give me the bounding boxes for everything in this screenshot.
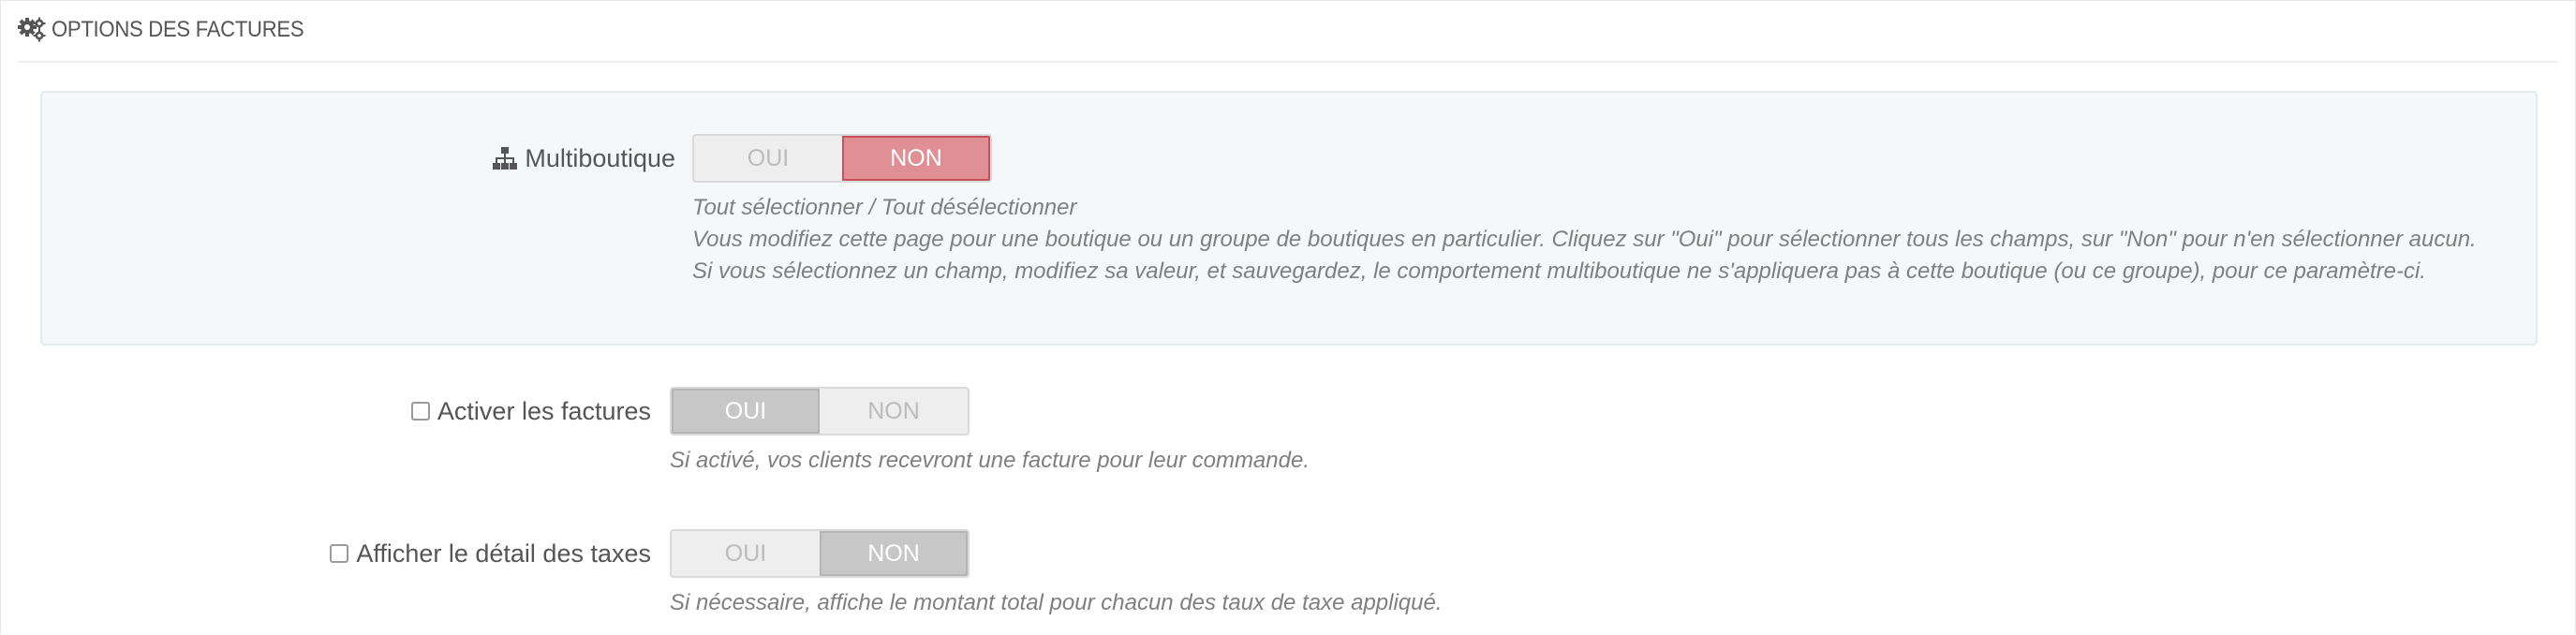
- multishop-switch[interactable]: OUI NON: [692, 134, 992, 183]
- multishop-help-title: Tout sélectionner / Tout désélectionner: [692, 195, 1077, 220]
- panel-heading: OPTIONS DES FACTURES: [18, 12, 2558, 63]
- gears-icon: [18, 16, 48, 44]
- multishop-no-option[interactable]: NON: [841, 136, 990, 181]
- multishop-help-line1: Vous modifiez cette page pour une boutiq…: [692, 227, 2477, 252]
- tax-breakdown-multishop-checkbox[interactable]: [330, 544, 349, 563]
- multishop-help-line2: Si vous sélectionnez un champ, modifiez …: [692, 258, 2426, 284]
- sitemap-icon: [493, 147, 518, 170]
- invoices-no-option[interactable]: NON: [820, 389, 968, 434]
- multishop-help: Tout sélectionner / Tout désélectionner …: [692, 192, 2477, 288]
- tax-breakdown-row-label: Afficher le détail des taxes: [188, 535, 651, 572]
- multishop-label: Multiboutique: [282, 140, 675, 177]
- invoices-switch[interactable]: OUI NON: [670, 387, 970, 436]
- invoice-options-panel: OPTIONS DES FACTURES Multiboutique OUI N…: [0, 0, 2576, 634]
- tax-breakdown-no-option[interactable]: NON: [819, 531, 968, 576]
- tax-breakdown-help: Si nécessaire, affiche le montant total …: [670, 590, 1443, 615]
- multishop-label-text: Multiboutique: [525, 143, 675, 172]
- tax-breakdown-switch[interactable]: OUI NON: [670, 529, 970, 578]
- invoices-label: Activer les factures: [437, 396, 651, 425]
- invoices-yes-option[interactable]: OUI: [672, 389, 821, 434]
- invoices-row-label: Activer les factures: [282, 392, 651, 430]
- panel-title: OPTIONS DES FACTURES: [52, 17, 304, 42]
- invoices-help: Si activé, vos clients recevront une fac…: [670, 448, 1310, 473]
- multishop-yes-option[interactable]: OUI: [694, 136, 842, 181]
- tax-breakdown-yes-option[interactable]: OUI: [672, 531, 820, 576]
- tax-breakdown-label: Afficher le détail des taxes: [356, 539, 651, 568]
- invoices-multishop-checkbox[interactable]: [410, 402, 430, 421]
